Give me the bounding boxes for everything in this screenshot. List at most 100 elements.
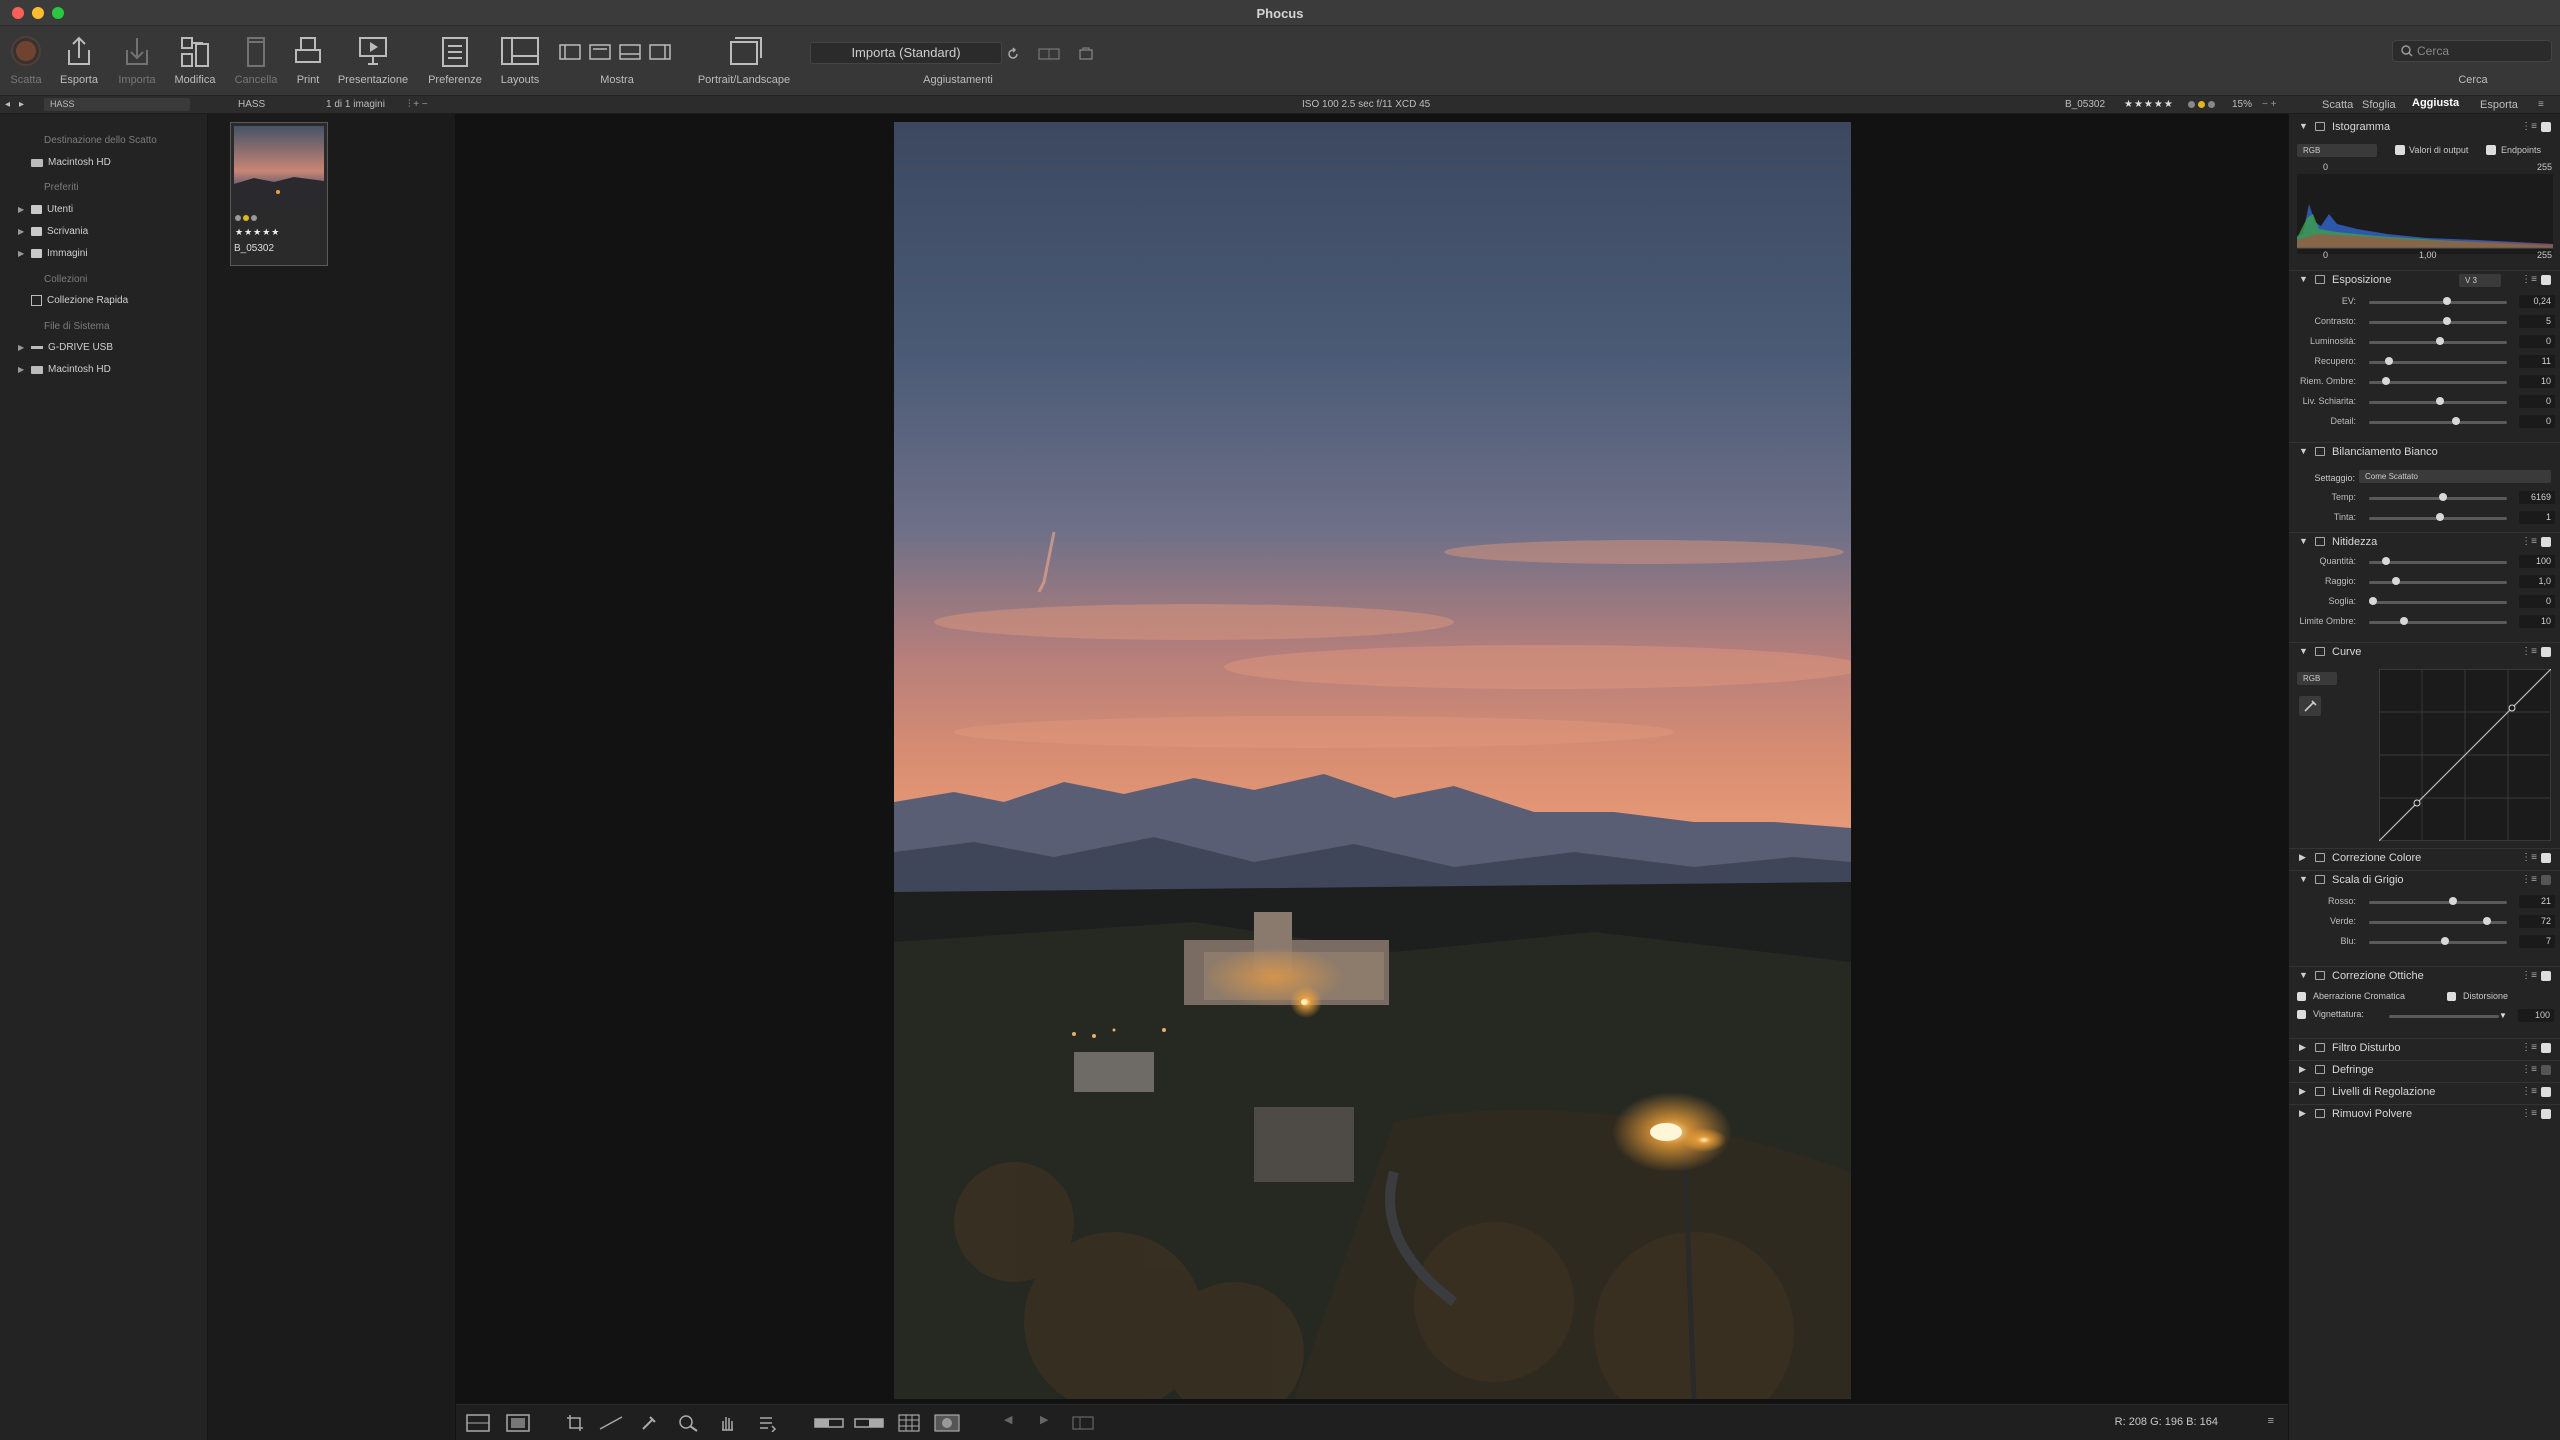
grayscale-section-header[interactable]: ▼ Scala di Grigio ⋮≡ [2289, 870, 2560, 888]
section-enable-checkbox[interactable] [2541, 1109, 2551, 1119]
copy-settings-icon[interactable] [2315, 971, 2325, 980]
section-enable-checkbox[interactable] [2541, 537, 2551, 547]
copy-settings-icon[interactable] [2315, 122, 2325, 131]
zoom-controls[interactable]: − + [2262, 99, 2276, 110]
fullscreen-view-icon[interactable] [506, 1414, 530, 1432]
copy-settings-icon[interactable] [2315, 1109, 2325, 1118]
expand-triangle-icon[interactable]: ▶ [2299, 1086, 2306, 1097]
rating-stars[interactable]: ★★★★★ [2124, 99, 2174, 110]
input-low-value[interactable]: 0 [2323, 162, 2328, 172]
copy-settings-icon[interactable] [2315, 1065, 2325, 1074]
slider-track[interactable] [2369, 941, 2507, 944]
section-menu-icon[interactable]: ⋮≡ [2521, 1108, 2537, 1119]
next-image-icon[interactable]: ▶ [1040, 1413, 1048, 1426]
section-menu-icon[interactable]: ⋮≡ [2521, 874, 2537, 885]
histogram-section-header[interactable]: ▼ Istogramma ⋮≡ [2289, 118, 2560, 136]
section-menu-icon[interactable]: ⋮≡ [2521, 646, 2537, 657]
tab-adjust[interactable]: Aggiusta [2412, 97, 2459, 109]
copy-settings-icon[interactable] [2315, 1087, 2325, 1096]
gamma-value[interactable]: 1,00 [2419, 250, 2437, 260]
slider-track[interactable] [2369, 621, 2507, 624]
section-enable-checkbox[interactable] [2541, 875, 2551, 885]
before-after-icon[interactable] [1038, 46, 1060, 62]
slider-track[interactable] [2369, 497, 2507, 500]
curves-section-header[interactable]: ▼ Curve ⋮≡ [2289, 642, 2560, 660]
layers-menu-icon[interactable] [758, 1414, 778, 1432]
curve-editor[interactable] [2379, 669, 2551, 841]
section-menu-icon[interactable]: ⋮≡ [2521, 1086, 2537, 1097]
slider-track[interactable] [2369, 581, 2507, 584]
vignetting-slider[interactable] [2389, 1015, 2499, 1018]
slider-value-field[interactable]: 1,0 [2519, 575, 2555, 588]
source-users[interactable]: ▶ Utenti [18, 204, 73, 215]
section-menu-icon[interactable]: ⋮≡ [2521, 121, 2537, 132]
thumbnail-item[interactable]: ★★★★★ B_05302 [230, 122, 328, 266]
section-menu-icon[interactable]: ⋮≡ [2521, 1042, 2537, 1053]
slideshow-button[interactable]: Presentazione [334, 32, 412, 86]
location-dropdown[interactable]: HASS [44, 98, 190, 111]
collapse-triangle-icon[interactable]: ▼ [2299, 970, 2308, 980]
thumbnail-stars[interactable]: ★★★★★ [235, 227, 280, 238]
slider-knob[interactable] [2442, 297, 2451, 305]
copy-settings-icon[interactable] [2315, 275, 2325, 284]
section-menu-icon[interactable]: ⋮≡ [2521, 274, 2537, 285]
output-low-value[interactable]: 0 [2323, 250, 2328, 260]
color-tag-yellow[interactable] [2198, 101, 2205, 108]
highlight-warning-icon[interactable] [854, 1414, 884, 1432]
crop-tool-icon[interactable] [566, 1414, 584, 1432]
mask-overlay-icon[interactable] [934, 1414, 960, 1432]
section-menu-icon[interactable]: ⋮≡ [2521, 1064, 2537, 1075]
slider-knob[interactable] [2482, 917, 2491, 925]
source-quick-collection[interactable]: Collezione Rapida [18, 295, 128, 306]
collapse-triangle-icon[interactable]: ▼ [2299, 274, 2308, 284]
slider-value-field[interactable]: 72 [2519, 915, 2555, 928]
copy-settings-icon[interactable] [2315, 447, 2325, 456]
slider-value-field[interactable]: 5 [2519, 315, 2555, 328]
collapse-triangle-icon[interactable]: ▼ [2299, 646, 2308, 656]
slider-value-field[interactable]: 100 [2519, 555, 2555, 568]
wb-setting-select[interactable]: Come Scattato [2359, 470, 2551, 483]
slider-value-field[interactable]: 6169 [2519, 491, 2555, 504]
slider-value-field[interactable]: 10 [2519, 615, 2555, 628]
panel-menu-icon[interactable]: ≡ [2538, 99, 2544, 110]
delete-button[interactable]: Cancella [228, 32, 284, 86]
slider-knob[interactable] [2399, 617, 2408, 625]
grid-overlay-icon[interactable] [898, 1414, 920, 1432]
import-button[interactable]: Importa [112, 32, 162, 86]
dust-removal-section-header[interactable]: ▶ Rimuovi Polvere ⋮≡ [2289, 1104, 2560, 1122]
copy-settings-icon[interactable] [2315, 853, 2325, 862]
eyedropper-tool-icon[interactable] [640, 1414, 658, 1432]
chromatic-aberration-checkbox[interactable] [2297, 992, 2306, 1001]
orientation-button[interactable]: Portrait/Landscape [690, 32, 798, 86]
exposure-version-select[interactable]: V 3 [2459, 274, 2501, 287]
vignetting-slider-knob[interactable]: ▼ [2499, 1011, 2507, 1020]
color-tag-gray[interactable] [2188, 101, 2195, 108]
slider-value-field[interactable]: 0,24 [2519, 295, 2555, 308]
slider-value-field[interactable]: 0 [2519, 335, 2555, 348]
section-enable-checkbox[interactable] [2541, 647, 2551, 657]
section-menu-icon[interactable]: ⋮≡ [2521, 536, 2537, 547]
source-macintosh-hd[interactable]: Macintosh HD [18, 157, 111, 168]
preferences-button[interactable]: Preferenze [424, 32, 486, 86]
endpoints-checkbox[interactable] [2486, 145, 2496, 155]
collapse-triangle-icon[interactable]: ▼ [2299, 446, 2308, 456]
layouts-button[interactable]: Layouts [496, 32, 544, 86]
slider-value-field[interactable]: 11 [2519, 355, 2555, 368]
copy-settings-icon[interactable] [2315, 647, 2325, 656]
slider-knob[interactable] [2436, 337, 2444, 345]
sharpness-section-header[interactable]: ▼ Nitidezza ⋮≡ [2289, 532, 2560, 550]
slider-track[interactable] [2369, 421, 2507, 424]
compare-icon[interactable] [1072, 1414, 1094, 1432]
section-menu-icon[interactable]: ⋮≡ [2521, 852, 2537, 863]
slider-knob[interactable] [2391, 577, 2400, 585]
slider-knob[interactable] [2436, 513, 2444, 521]
vignetting-checkbox[interactable] [2297, 1010, 2306, 1019]
histogram-graph[interactable] [2297, 174, 2553, 254]
collapse-triangle-icon[interactable]: ▼ [2299, 874, 2308, 884]
slider-track[interactable] [2369, 901, 2507, 904]
single-view-icon[interactable] [466, 1414, 490, 1432]
curve-channel-select[interactable]: RGB [2297, 672, 2337, 685]
optics-section-header[interactable]: ▼ Correzione Ottiche ⋮≡ [2289, 966, 2560, 984]
section-enable-checkbox[interactable] [2541, 122, 2551, 132]
output-high-value[interactable]: 255 [2537, 250, 2552, 260]
